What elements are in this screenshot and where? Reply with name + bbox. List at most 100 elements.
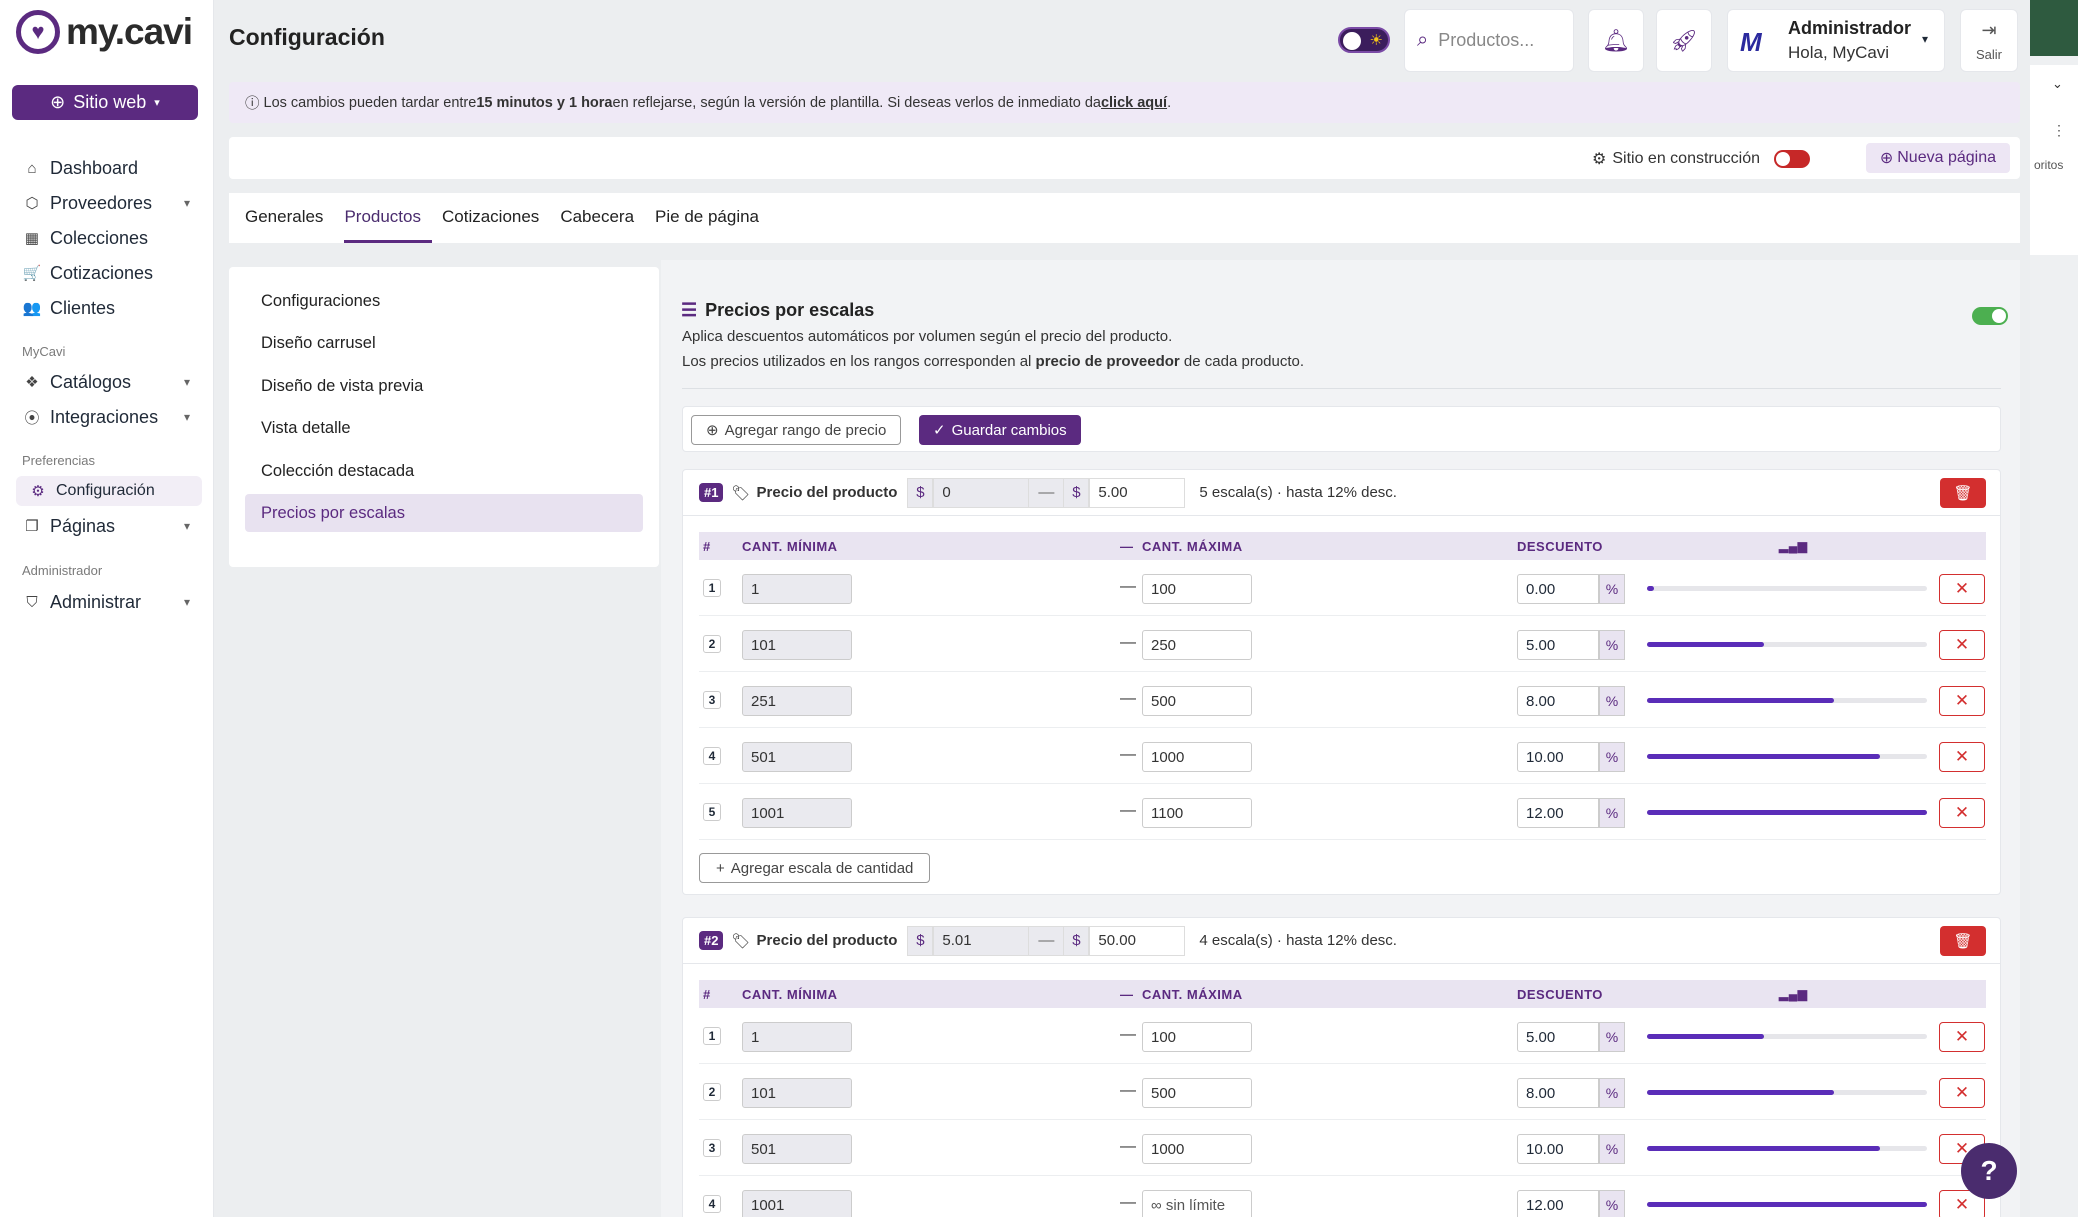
range-label: 🏷︎ Precio del producto [731, 932, 897, 950]
users-icon: 👥 [22, 300, 42, 317]
plus-circle-icon: ⊕ [1879, 150, 1894, 167]
min-qty-input[interactable]: 1 [742, 574, 852, 604]
search-input[interactable]: ⌕ Productos... [1404, 9, 1574, 72]
percent-suffix: % [1599, 1078, 1625, 1108]
tiered-pricing-toggle[interactable] [1972, 307, 2008, 325]
sidebar-item-proveedores[interactable]: ⬡ Proveedores ▾ [12, 187, 202, 219]
remove-scale-button[interactable]: ✕ [1939, 630, 1985, 660]
sidebar-item-configuracion[interactable]: ⚙ Configuración [16, 476, 202, 506]
sidebar-item-paginas[interactable]: ❐ Páginas ▾ [12, 510, 202, 542]
delete-range-button[interactable]: 🗑︎ [1940, 926, 1986, 956]
sidebar-item-label: Dashboard [50, 157, 139, 178]
page-title: Configuración [229, 24, 385, 50]
help-button[interactable]: ? [1961, 1143, 2017, 1199]
row-number: 4 [703, 747, 721, 765]
discount-input[interactable]: 5.00 [1517, 630, 1599, 660]
discount-bar [1647, 810, 1927, 815]
sidebar-item-clientes[interactable]: 👥 Clientes [12, 292, 202, 324]
subnav-precios-escalas[interactable]: Precios por escalas [245, 494, 643, 532]
sidebar-item-dashboard[interactable]: ⌂ Dashboard [12, 152, 202, 184]
subnav-configuraciones[interactable]: Configuraciones [245, 282, 643, 320]
max-qty-input[interactable]: 1100 [1142, 798, 1252, 828]
price-from-input[interactable]: 0 [933, 477, 1030, 508]
row-dash: — [1120, 1026, 1136, 1043]
price-range-header: #1 🏷︎ Precio del producto $ 0 — $ 5.00 5 … [683, 470, 2000, 516]
max-qty-input[interactable]: 1000 [1142, 742, 1252, 772]
tab-generales[interactable]: Generales [245, 193, 334, 243]
discount-input[interactable]: 8.00 [1517, 686, 1599, 716]
close-icon: ✕ [1954, 635, 1970, 654]
add-scale-button[interactable]: + Agregar escala de cantidad [699, 853, 931, 883]
remove-scale-button[interactable]: ✕ [1939, 1022, 1985, 1052]
discount-input[interactable]: 10.00 [1517, 1134, 1599, 1164]
min-qty-input[interactable]: 101 [742, 1078, 852, 1108]
min-qty-input[interactable]: 101 [742, 630, 852, 660]
sidebar-item-colecciones[interactable]: ▦ Colecciones [12, 222, 202, 254]
close-icon: ✕ [1954, 579, 1970, 598]
logo-text: my.cavi [66, 11, 193, 52]
delete-range-button[interactable]: 🗑︎ [1940, 478, 1986, 508]
chevron-down-icon: ▾ [183, 196, 190, 210]
min-qty-input[interactable]: 501 [742, 742, 852, 772]
max-qty-input[interactable]: 250 [1142, 630, 1252, 660]
tab-cabecera[interactable]: Cabecera [560, 193, 645, 243]
max-qty-input[interactable]: 100 [1142, 1022, 1252, 1052]
more-icon[interactable]: ⋮ [2052, 122, 2066, 139]
save-changes-button[interactable]: ✓ Guardar cambios [919, 415, 1081, 445]
tab-productos[interactable]: Productos [344, 193, 432, 243]
logo[interactable]: ♥ my.cavi [16, 10, 193, 54]
construction-toggle[interactable] [1774, 150, 1810, 168]
plug-icon: ⦿ [24, 409, 40, 427]
discount-input[interactable]: 8.00 [1517, 1078, 1599, 1108]
max-qty-input[interactable]: 1000 [1142, 1134, 1252, 1164]
notice-bold: 15 minutos y 1 hora [476, 94, 613, 111]
max-qty-input[interactable]: 500 [1142, 1078, 1252, 1108]
discount-input[interactable]: 5.00 [1517, 1022, 1599, 1052]
min-qty-input[interactable]: 1001 [742, 798, 852, 828]
price-to-input[interactable]: 50.00 [1089, 925, 1186, 956]
range-label-text: Precio del producto [756, 484, 898, 501]
add-price-range-button[interactable]: ⊕ Agregar rango de precio [691, 415, 902, 445]
min-qty-input[interactable]: 501 [742, 1134, 852, 1164]
max-qty-input[interactable]: ∞ sin límite [1142, 1190, 1252, 1217]
sidebar-item-cotizaciones[interactable]: 🛒 Cotizaciones [12, 257, 202, 289]
theme-toggle[interactable]: ☀ [1338, 27, 1390, 53]
chevron-down-icon[interactable]: ⌄ [2052, 76, 2063, 92]
tab-pie-de-pagina[interactable]: Pie de página [655, 193, 770, 243]
price-from-input[interactable]: 5.01 [933, 925, 1030, 956]
subnav-diseno-carrusel[interactable]: Diseño carrusel [245, 324, 643, 362]
remove-scale-button[interactable]: ✕ [1939, 574, 1985, 604]
new-page-button[interactable]: ⊕ Nueva página [1865, 143, 2010, 173]
max-qty-input[interactable]: 500 [1142, 686, 1252, 716]
site-web-button[interactable]: ⊕ Sitio web ▾ [12, 85, 198, 120]
close-icon: ✕ [1954, 1083, 1970, 1102]
sidebar-item-catalogos[interactable]: ❖ Catálogos ▾ [12, 366, 202, 398]
min-qty-input[interactable]: 251 [742, 686, 852, 716]
min-qty-input[interactable]: 1001 [742, 1190, 852, 1217]
notifications-button[interactable]: 🔔︎ [1588, 9, 1644, 72]
price-to-input[interactable]: 5.00 [1089, 477, 1186, 508]
subnav-vista-detalle[interactable]: Vista detalle [245, 409, 643, 447]
subnav-diseno-vista-previa[interactable]: Diseño de vista previa [245, 367, 643, 405]
sidebar-item-administrar[interactable]: ⛉ Administrar ▾ [12, 586, 202, 618]
discount-input[interactable]: 10.00 [1517, 742, 1599, 772]
min-qty-input[interactable]: 1 [742, 1022, 852, 1052]
discount-input[interactable]: 12.00 [1517, 798, 1599, 828]
subnav-coleccion-destacada[interactable]: Colección destacada [245, 452, 643, 490]
user-menu[interactable]: M Administrador Hola, MyCavi ▾ [1727, 9, 1945, 72]
max-qty-input[interactable]: 100 [1142, 574, 1252, 604]
remove-scale-button[interactable]: ✕ [1939, 798, 1985, 828]
tab-cotizaciones[interactable]: Cotizaciones [442, 193, 550, 243]
click-here-link[interactable]: click aquí [1101, 95, 1167, 111]
discount-input[interactable]: 12.00 [1517, 1190, 1599, 1217]
col-dash: — [1120, 987, 1134, 1002]
remove-scale-button[interactable]: ✕ [1939, 686, 1985, 716]
remove-scale-button[interactable]: ✕ [1939, 1078, 1985, 1108]
pages-icon: ❐ [25, 518, 39, 535]
logout-button[interactable]: ⇥ Salir [1960, 9, 2018, 72]
discount-input[interactable]: 0.00 [1517, 574, 1599, 604]
launch-button[interactable]: 🚀︎ [1656, 9, 1712, 72]
percent-suffix: % [1599, 574, 1625, 604]
sidebar-item-integraciones[interactable]: ⦿ Integraciones ▾ [12, 401, 202, 433]
remove-scale-button[interactable]: ✕ [1939, 742, 1985, 772]
